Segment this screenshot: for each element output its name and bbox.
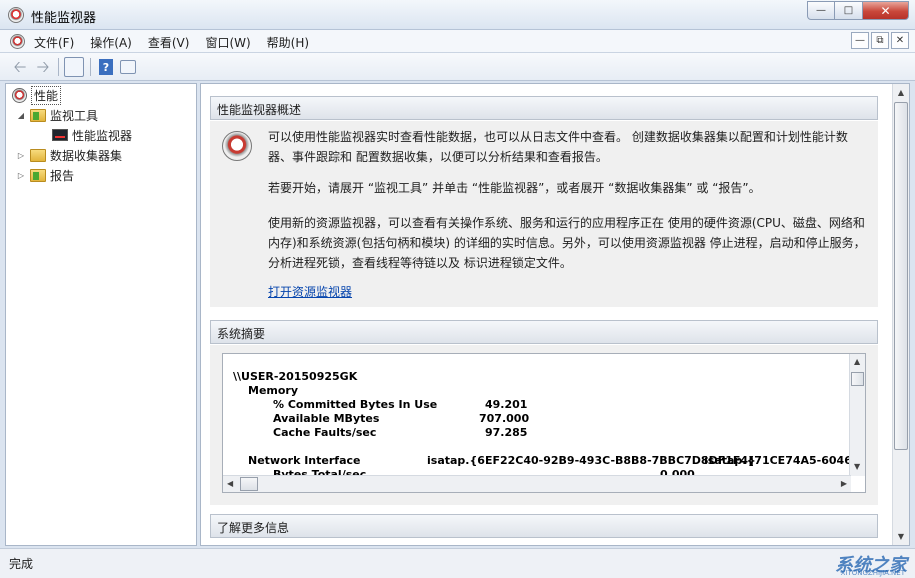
- expand-triangle-icon[interactable]: ▷: [16, 151, 26, 160]
- console-tree: 性能 ◢ 监视工具 性能监视器 ▷ 数据收集器集 ▷ 报告: [5, 83, 197, 546]
- minimize-button[interactable]: —: [807, 1, 835, 20]
- back-arrow-icon: 🡠: [14, 59, 27, 75]
- status-bar: 完成 系统之家 XITONGZHIJIA.NET: [0, 548, 915, 578]
- help-button[interactable]: ?: [96, 57, 116, 77]
- tree-item-monitoring-tools[interactable]: ◢ 监视工具: [16, 106, 98, 124]
- counter-name: Available MBytes: [273, 412, 379, 425]
- status-text: 完成: [9, 555, 33, 572]
- tree-item-label: 数据收集器集: [50, 147, 122, 164]
- performance-icon: [12, 88, 27, 103]
- tree-item-label: 性能监视器: [72, 127, 132, 144]
- performance-monitor-app-icon: [8, 7, 24, 23]
- menu-bar: 文件(F) 操作(A) 查看(V) 窗口(W) 帮助(H) — ⧉ ✕: [0, 30, 915, 53]
- title-bar: 性能监视器 — □ ✕: [0, 0, 915, 30]
- scroll-left-arrow-icon[interactable]: ◀: [227, 479, 233, 488]
- section-title: 了解更多信息: [217, 521, 289, 535]
- expand-triangle-icon[interactable]: ▷: [16, 171, 26, 180]
- system-summary-section-header[interactable]: 系统摘要: [210, 320, 878, 344]
- folder-icon: [30, 169, 46, 182]
- maximize-button[interactable]: □: [835, 1, 863, 20]
- system-summary-panel: \\USER-20150925GK Memory % Committed Byt…: [222, 353, 866, 493]
- window-title: 性能监视器: [31, 7, 96, 26]
- overview-section-body: 可以使用性能监视器实时查看性能数据，也可以从日志文件中查看。 创建数据收集器集以…: [210, 121, 878, 307]
- child-close-button[interactable]: ✕: [891, 32, 909, 49]
- forward-arrow-icon: 🡢: [37, 59, 50, 75]
- console-tree-icon: [64, 57, 84, 77]
- overview-paragraph-1: 可以使用性能监视器实时查看性能数据，也可以从日志文件中查看。 创建数据收集器集以…: [268, 127, 868, 167]
- help-icon: ?: [99, 59, 113, 75]
- collapse-triangle-icon[interactable]: ◢: [16, 111, 26, 120]
- tree-item-performance-monitor[interactable]: 性能监视器: [52, 126, 132, 144]
- system-menu-icon[interactable]: [10, 34, 25, 49]
- summary-vertical-scrollbar[interactable]: ▲ ▼: [849, 354, 865, 476]
- toolbar-separator: [58, 58, 59, 76]
- counter-value: 97.285: [485, 426, 527, 439]
- folder-icon: [30, 109, 46, 122]
- menu-view[interactable]: 查看(V): [148, 34, 190, 51]
- computer-name: \\USER-20150925GK: [233, 370, 357, 383]
- menu-window[interactable]: 窗口(W): [205, 34, 250, 51]
- memory-category: Memory: [248, 384, 298, 397]
- text-line: 可以使用性能监视器实时查看性能数据，也可以从日志文件中查看。 创建数据收集器集以…: [268, 127, 868, 147]
- system-summary-section-body: \\USER-20150925GK Memory % Committed Byt…: [210, 345, 878, 505]
- section-title: 性能监视器概述: [217, 103, 301, 117]
- menu-action[interactable]: 操作(A): [90, 34, 132, 51]
- scroll-up-arrow-icon[interactable]: ▲: [854, 357, 860, 366]
- menu-help[interactable]: 帮助(H): [267, 34, 309, 51]
- close-button[interactable]: ✕: [863, 1, 909, 20]
- content-vertical-scrollbar[interactable]: ▲ ▼: [892, 84, 909, 545]
- overview-paragraph-3: 使用新的资源监视器，可以查看有关操作系统、服务和运行的应用程序正在 使用的硬件资…: [268, 213, 868, 273]
- toolbar-separator: [90, 58, 91, 76]
- tree-item-performance[interactable]: 性能: [12, 86, 61, 104]
- tree-item-label: 报告: [50, 167, 74, 184]
- overview-section-header[interactable]: 性能监视器概述: [210, 96, 878, 120]
- action-pane-icon: [120, 60, 136, 74]
- text-line: 器、事件跟踪和 配置数据收集，以便可以分析结果和查看报告。: [268, 147, 868, 167]
- counter-name: % Committed Bytes In Use: [273, 398, 437, 411]
- scroll-down-arrow-icon[interactable]: ▼: [893, 528, 909, 545]
- learn-more-section-header[interactable]: 了解更多信息: [210, 514, 878, 538]
- counter-value: 49.201: [485, 398, 527, 411]
- menu-file[interactable]: 文件(F): [34, 34, 74, 51]
- counter-name: Cache Faults/sec: [273, 426, 376, 439]
- tree-item-reports[interactable]: ▷ 报告: [16, 166, 74, 184]
- text-line: 分析进程死锁，查看线程等待链以及 标识进程锁定文件。: [268, 253, 868, 273]
- window-controls: — □ ✕: [807, 1, 909, 20]
- scroll-thumb[interactable]: [894, 102, 908, 450]
- counter-value: 707.000: [479, 412, 529, 425]
- back-button[interactable]: 🡠: [10, 57, 30, 77]
- scroll-right-arrow-icon[interactable]: ▶: [841, 479, 847, 488]
- folder-icon: [30, 149, 46, 162]
- content-pane: 性能监视器概述 可以使用性能监视器实时查看性能数据，也可以从日志文件中查看。 创…: [200, 83, 910, 546]
- summary-horizontal-scrollbar[interactable]: ◀ ▶: [223, 475, 851, 492]
- tree-item-data-collector-sets[interactable]: ▷ 数据收集器集: [16, 146, 122, 164]
- overview-paragraph-2: 若要开始，请展开 “监视工具” 并单击 “性能监视器”，或者展开 “数据收集器集…: [268, 178, 868, 198]
- text-line: 内存)和系统资源(包括句柄和模块) 的详细的实时信息。另外，可以使用资源监视器 …: [268, 233, 868, 253]
- tree-item-label: 监视工具: [50, 107, 98, 124]
- forward-button[interactable]: 🡢: [33, 57, 53, 77]
- scroll-thumb[interactable]: [851, 372, 864, 386]
- scroll-down-arrow-icon[interactable]: ▼: [854, 462, 860, 471]
- watermark-url: XITONGZHIJIA.NET: [841, 569, 905, 577]
- monitor-chart-icon: [52, 129, 68, 141]
- open-resource-monitor-link[interactable]: 打开资源监视器: [268, 283, 352, 300]
- network-instance-2: isatap.{71CE74A5-6046-44ED: [704, 454, 866, 467]
- show-action-pane-button[interactable]: [118, 57, 138, 77]
- network-interface-category: Network Interface: [248, 454, 360, 467]
- text-line: 使用新的资源监视器，可以查看有关操作系统、服务和运行的应用程序正在 使用的硬件资…: [268, 213, 868, 233]
- toolbar: 🡠 🡢 ?: [0, 53, 915, 81]
- child-minimize-button[interactable]: —: [851, 32, 869, 49]
- child-restore-button[interactable]: ⧉: [871, 32, 889, 49]
- show-hide-console-tree-button[interactable]: [64, 57, 84, 77]
- section-title: 系统摘要: [217, 327, 265, 341]
- tree-item-label: 性能: [31, 86, 61, 105]
- scroll-thumb[interactable]: [240, 477, 258, 491]
- text-line: 若要开始，请展开 “监视工具” 并单击 “性能监视器”，或者展开 “数据收集器集…: [268, 178, 868, 198]
- scroll-up-arrow-icon[interactable]: ▲: [893, 84, 909, 101]
- performance-monitor-icon: [222, 131, 252, 161]
